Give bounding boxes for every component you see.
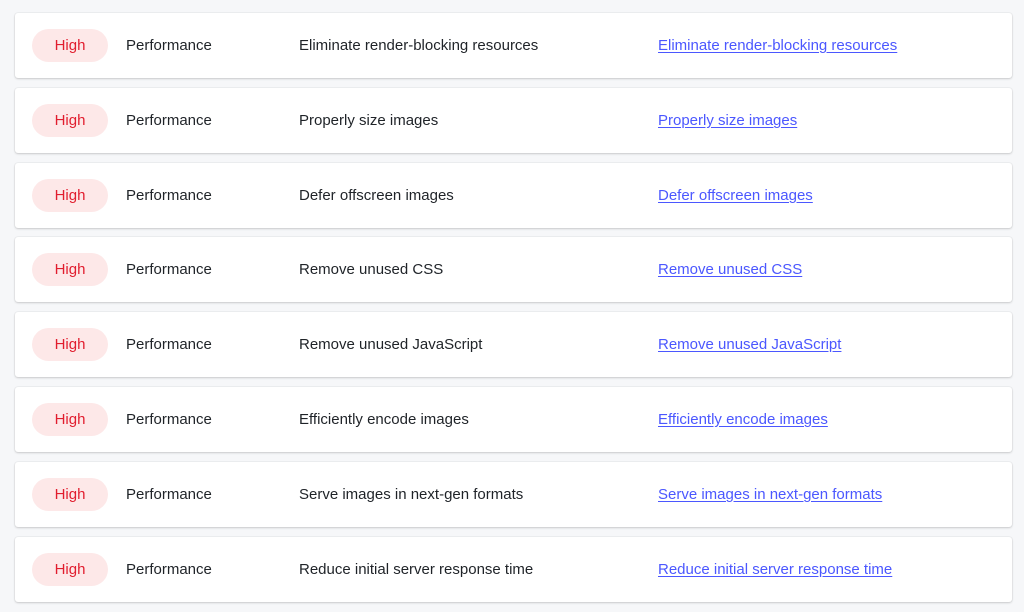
- recommendation-row: High Performance Efficiently encode imag…: [15, 387, 1012, 452]
- severity-badge-high: High: [32, 29, 108, 62]
- severity-badge-high: High: [32, 104, 108, 137]
- severity-badge-high: High: [32, 478, 108, 511]
- recommendation-row: High Performance Properly size images Pr…: [15, 88, 1012, 153]
- category-label: Performance: [126, 37, 212, 54]
- recommendation-title: Serve images in next-gen formats: [299, 486, 524, 503]
- recommendation-title: Eliminate render-blocking resources: [299, 37, 539, 54]
- recommendation-title: Defer offscreen images: [299, 187, 454, 204]
- recommendation-link[interactable]: Eliminate render-blocking resources: [658, 13, 897, 78]
- recommendation-link[interactable]: Remove unused CSS: [658, 237, 802, 302]
- severity-badge-high: High: [32, 403, 108, 436]
- category-label: Performance: [126, 112, 212, 129]
- recommendation-row: High Performance Remove unused CSS Remov…: [15, 237, 1012, 302]
- recommendation-row: High Performance Eliminate render-blocki…: [15, 13, 1012, 78]
- category-label: Performance: [126, 187, 212, 204]
- recommendation-link[interactable]: Defer offscreen images: [658, 163, 813, 228]
- category-label: Performance: [126, 561, 212, 578]
- recommendation-title: Reduce initial server response time: [299, 561, 534, 578]
- recommendation-link[interactable]: Reduce initial server response time: [658, 537, 892, 602]
- recommendation-link[interactable]: Properly size images: [658, 88, 797, 153]
- recommendation-title: Efficiently encode images: [299, 411, 469, 428]
- recommendation-row: High Performance Remove unused JavaScrip…: [15, 312, 1012, 377]
- recommendation-row: High Performance Serve images in next-ge…: [15, 462, 1012, 527]
- category-label: Performance: [126, 486, 212, 503]
- recommendations-list: High Performance Eliminate render-blocki…: [0, 0, 1024, 612]
- recommendation-title: Properly size images: [299, 112, 439, 129]
- recommendation-title: Remove unused JavaScript: [299, 336, 483, 353]
- recommendation-link[interactable]: Remove unused JavaScript: [658, 312, 841, 377]
- recommendation-row: High Performance Reduce initial server r…: [15, 537, 1012, 602]
- recommendation-link[interactable]: Serve images in next-gen formats: [658, 462, 882, 527]
- category-label: Performance: [126, 411, 212, 428]
- recommendation-title: Remove unused CSS: [299, 261, 444, 278]
- recommendation-link[interactable]: Efficiently encode images: [658, 387, 828, 452]
- category-label: Performance: [126, 336, 212, 353]
- category-label: Performance: [126, 261, 212, 278]
- recommendation-row: High Performance Defer offscreen images …: [15, 163, 1012, 228]
- severity-badge-high: High: [32, 328, 108, 361]
- severity-badge-high: High: [32, 179, 108, 212]
- severity-badge-high: High: [32, 253, 108, 286]
- severity-badge-high: High: [32, 553, 108, 586]
